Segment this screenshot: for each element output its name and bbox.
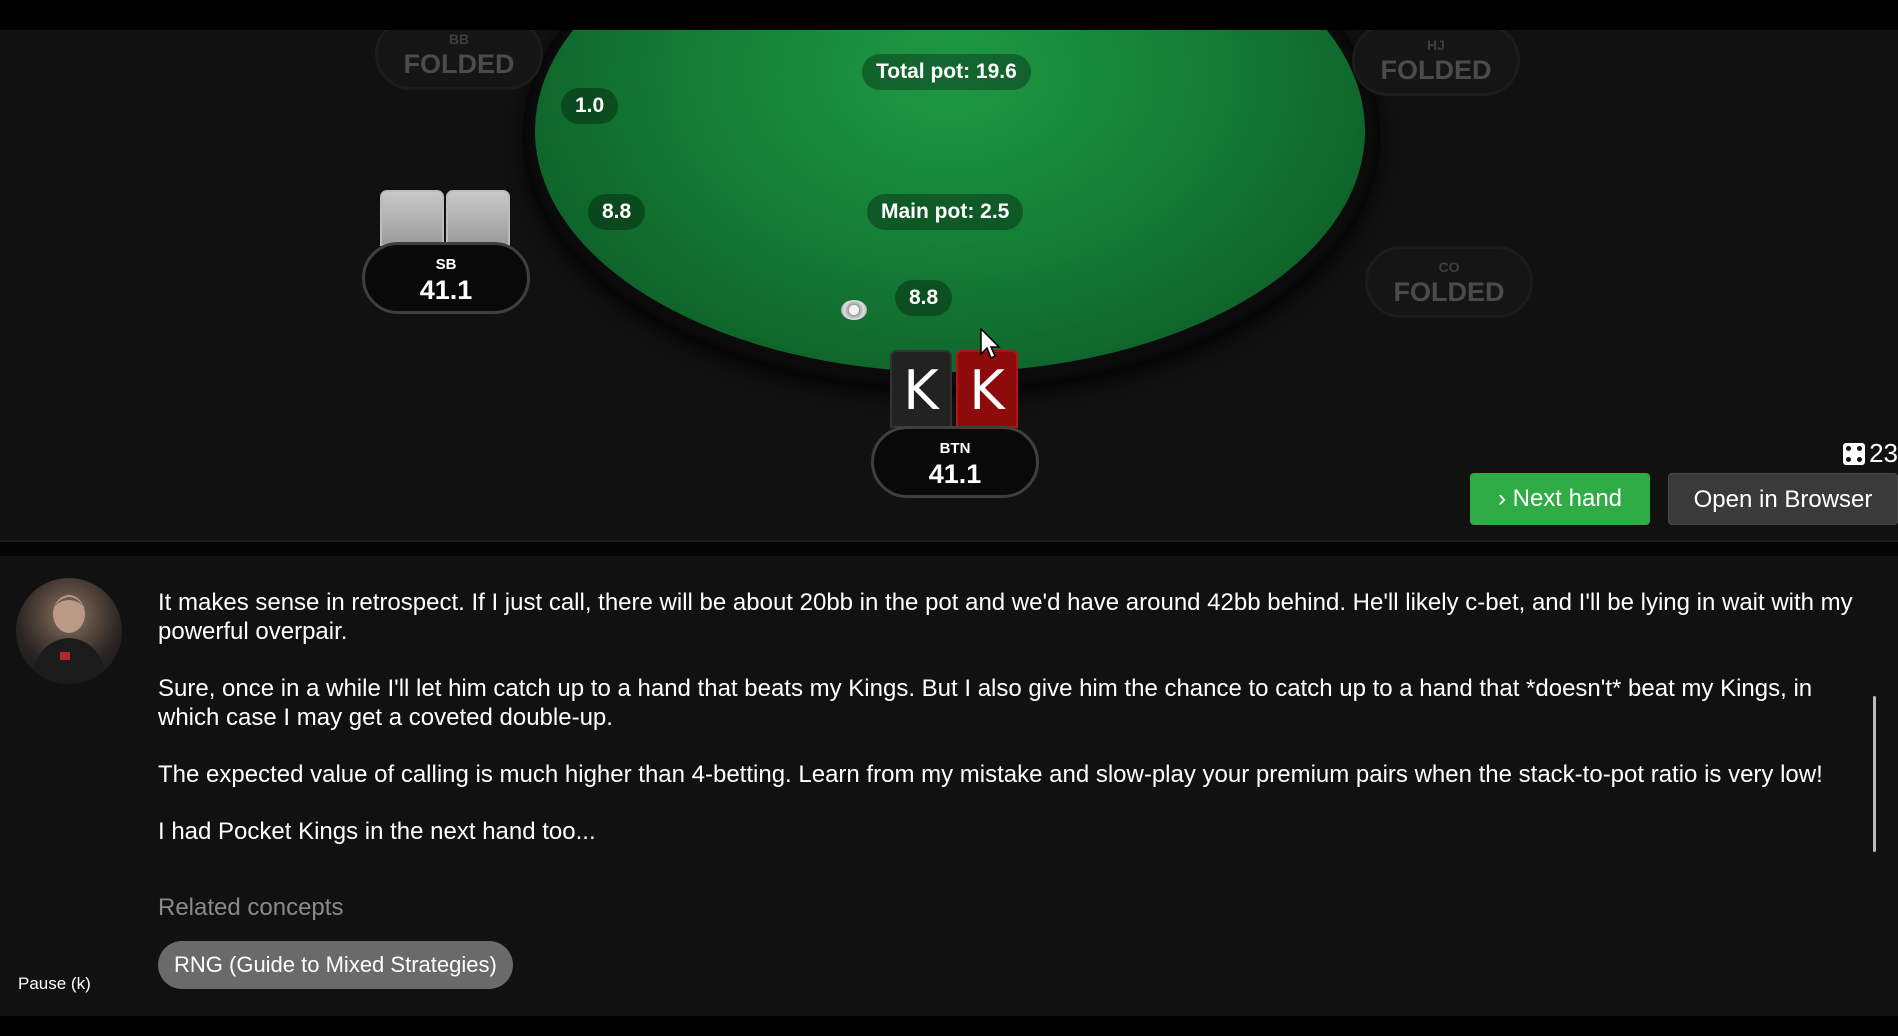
card-back: [446, 190, 510, 246]
commentary-paragraph: I had Pocket Kings in the next hand too.…: [158, 818, 596, 845]
seat-btn: BTN 41.1: [871, 426, 1039, 498]
card-back: [380, 190, 444, 246]
commentary-paragraph: It makes sense in retrospect. If I just …: [158, 589, 1853, 645]
seat-position-label: HJ: [1427, 37, 1445, 53]
hero-card-king-spades: K: [890, 350, 952, 428]
section-divider: [0, 540, 1898, 542]
chip-icon: [841, 300, 867, 320]
mouse-cursor-icon: [980, 328, 1001, 360]
coach-avatar: [16, 578, 122, 684]
bottom-black-bar: [0, 1016, 1898, 1036]
open-in-browser-button[interactable]: Open in Browser: [1668, 473, 1898, 525]
commentary-scrollbar[interactable]: [1873, 696, 1876, 852]
commentary-text: It makes sense in retrospect. If I just …: [158, 588, 1878, 874]
seat-stack-label: 41.1: [419, 275, 473, 305]
main-pot-label: Main pot: 2.5: [867, 194, 1024, 230]
commentary-paragraph: Sure, once in a while I'll let him catch…: [158, 675, 1813, 731]
seat-status-label: FOLDED: [403, 49, 515, 79]
seat-bb: BB FOLDED: [375, 30, 543, 90]
bb-bet-amount: 1.0: [561, 88, 619, 124]
top-black-bar: [0, 0, 1898, 30]
dice-counter: 23: [1843, 438, 1898, 469]
sb-bet-amount: 8.8: [588, 194, 646, 230]
seat-stack-label: 41.1: [928, 459, 982, 489]
seat-status-label: FOLDED: [1380, 55, 1492, 85]
seat-position-label: BB: [448, 31, 470, 47]
dice-icon: [1843, 442, 1866, 465]
hero-card-king-hearts: K: [956, 350, 1018, 428]
seat-co: CO FOLDED: [1365, 246, 1533, 318]
total-pot-label: Total pot: 19.6: [862, 54, 1031, 90]
dice-counter-value: 23: [1869, 438, 1898, 468]
btn-bet-amount: 8.8: [895, 280, 953, 316]
seat-status-label: FOLDED: [1393, 277, 1505, 307]
seat-position-label: CO: [1438, 259, 1460, 275]
seat-position-label: BTN: [939, 440, 971, 457]
pause-hint: Pause (k): [18, 974, 91, 993]
seat-position-label: SB: [435, 256, 457, 273]
poker-table-area: Total pot: 19.6 Main pot: 2.5 1.0 8.8 8.…: [0, 30, 1898, 540]
seat-hj: HJ FOLDED: [1352, 30, 1520, 96]
related-concept-tag[interactable]: RNG (Guide to Mixed Strategies): [158, 941, 513, 989]
related-concepts-label: Related concepts: [158, 894, 344, 921]
commentary-paragraph: The expected value of calling is much hi…: [158, 761, 1823, 788]
person-icon: [30, 595, 108, 684]
seat-sb: SB 41.1: [362, 242, 530, 314]
next-hand-button[interactable]: › Next hand: [1470, 473, 1650, 525]
